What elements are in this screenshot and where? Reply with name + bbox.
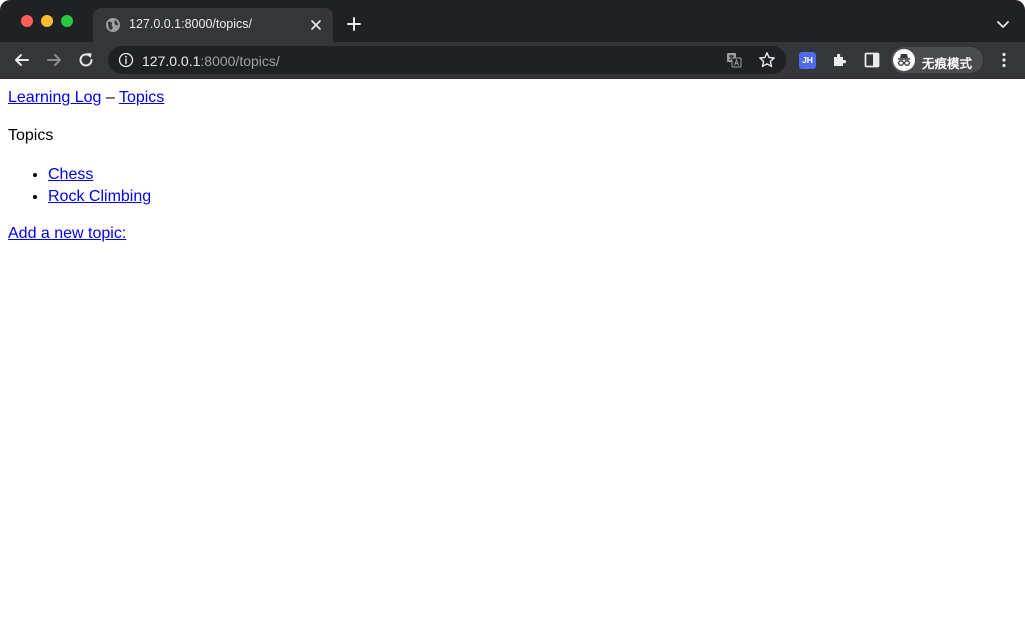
info-icon[interactable] (118, 52, 134, 68)
more-menu-icon[interactable] (994, 50, 1014, 70)
new-tab-button[interactable] (346, 16, 362, 32)
url-text[interactable]: 127.0.0.1:8000/topics/ (142, 53, 280, 69)
extensions-puzzle-icon[interactable] (830, 50, 850, 70)
tab-title: 127.0.0.1:8000/topics/ (129, 17, 253, 31)
translate-icon[interactable] (726, 52, 742, 68)
topic-link-rock-climbing[interactable]: Rock Climbing (48, 188, 151, 205)
bookmark-star-icon[interactable] (758, 51, 776, 69)
incognito-profile-button[interactable]: 无痕模式 (891, 47, 983, 73)
browser-window: 127.0.0.1:8000/topics/ 127.0.0.1:8000/to… (0, 0, 1025, 642)
back-icon[interactable] (12, 50, 32, 70)
browser-toolbar: 127.0.0.1:8000/topics/ JH 无痕模式 (0, 42, 1025, 79)
topics-list: Chess Rock Climbing (8, 165, 151, 209)
address-bar[interactable]: 127.0.0.1:8000/topics/ (108, 46, 786, 74)
url-path: :8000/topics/ (200, 53, 280, 69)
close-window-button[interactable] (21, 15, 33, 27)
tab-strip: 127.0.0.1:8000/topics/ (0, 0, 1025, 42)
list-item: Chess (48, 165, 151, 187)
breadcrumb: Learning Log – Topics (8, 89, 164, 107)
url-host: 127.0.0.1 (142, 53, 201, 69)
chevron-down-icon[interactable] (996, 17, 1010, 31)
topic-link-chess[interactable]: Chess (48, 166, 93, 183)
home-link[interactable]: Learning Log (8, 89, 101, 106)
jh-extension-icon[interactable]: JH (799, 52, 816, 69)
close-tab-icon[interactable] (309, 18, 323, 32)
globe-icon (106, 18, 120, 32)
breadcrumb-separator: – (105, 89, 115, 106)
page-title: Topics (8, 127, 54, 144)
maximize-window-button[interactable] (61, 15, 73, 27)
reload-icon[interactable] (76, 50, 96, 70)
side-panel-icon[interactable] (862, 50, 882, 70)
avatar (893, 49, 915, 71)
topics-link[interactable]: Topics (119, 89, 164, 106)
forward-icon[interactable] (44, 50, 64, 70)
add-topic-link[interactable]: Add a new topic: (8, 225, 126, 243)
minimize-window-button[interactable] (41, 15, 53, 27)
list-item: Rock Climbing (48, 187, 151, 209)
incognito-label: 无痕模式 (922, 57, 973, 71)
page-content: Learning Log – Topics Topics Chess Rock … (0, 79, 1025, 642)
incognito-icon (898, 54, 910, 66)
tab-topics[interactable]: 127.0.0.1:8000/topics/ (93, 8, 333, 42)
